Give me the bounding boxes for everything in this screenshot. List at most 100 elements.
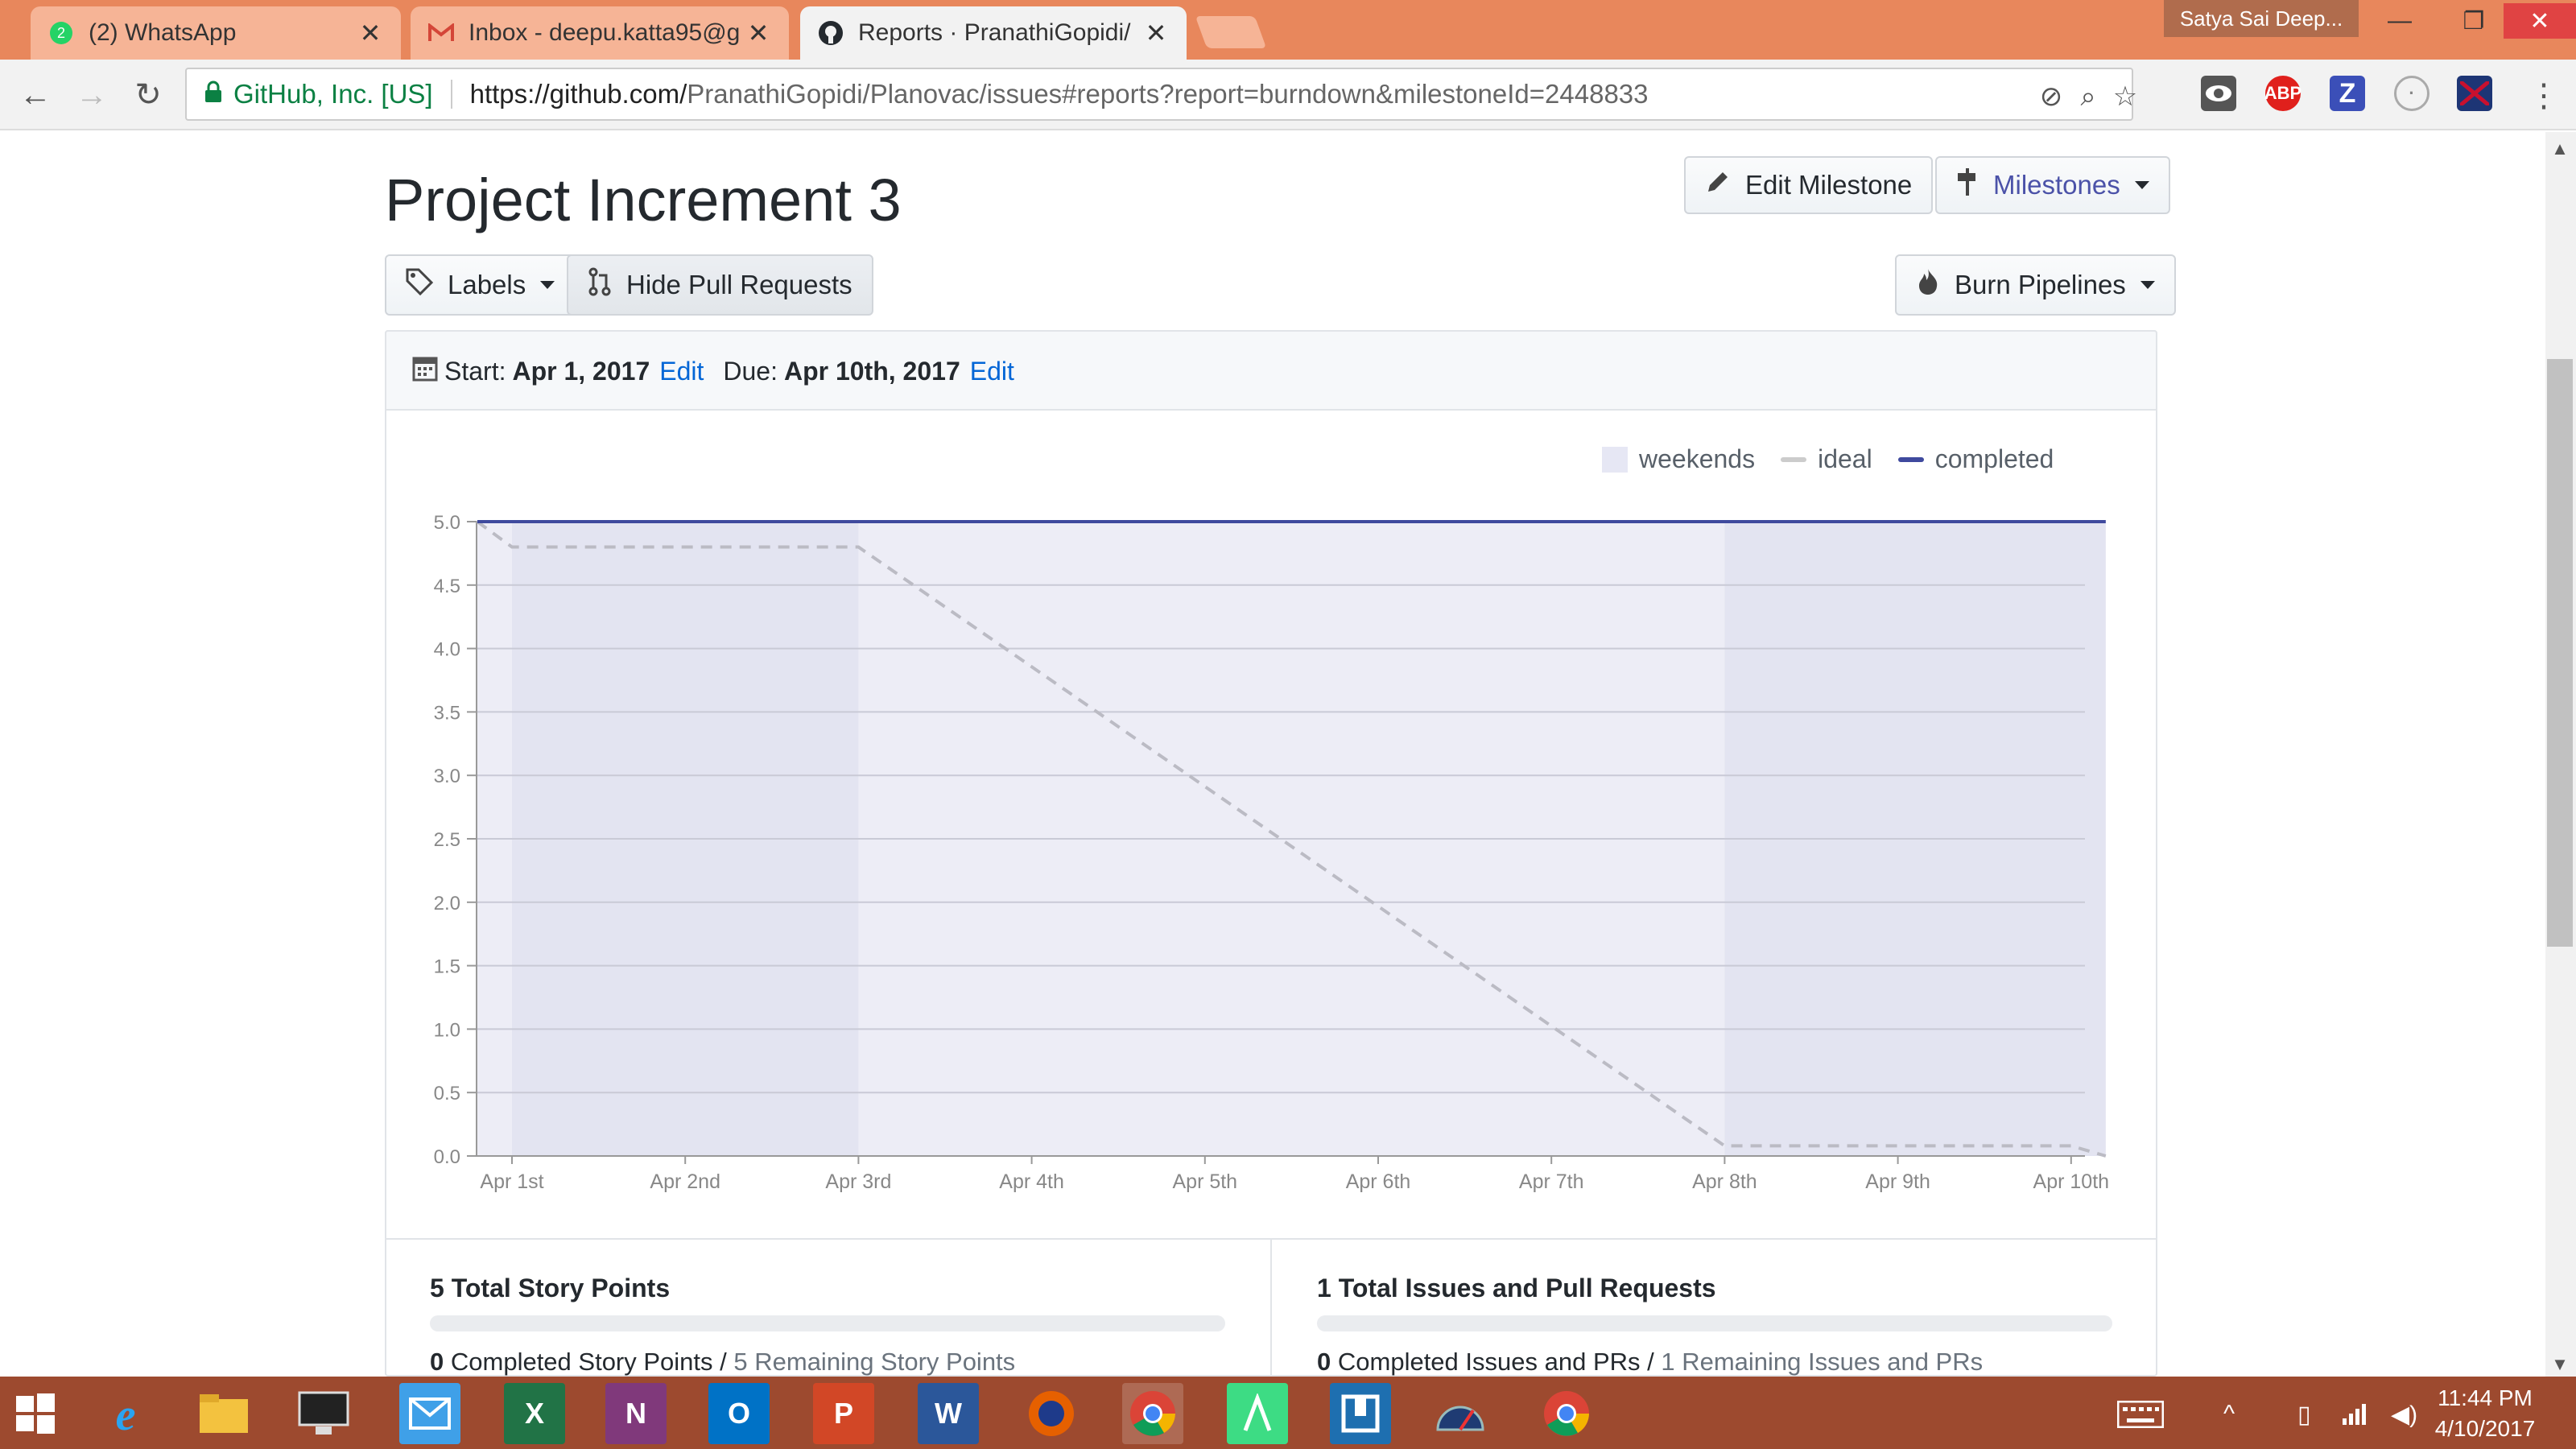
restore-icon[interactable]: ❐ (2438, 3, 2510, 39)
legend-weekends[interactable]: weekends (1639, 444, 1755, 474)
mail-icon[interactable] (399, 1383, 460, 1444)
translate-blocked-icon[interactable]: ⊘ (2035, 80, 2067, 113)
zotero-extension-icon[interactable]: Z (2330, 76, 2365, 111)
edit-start-link[interactable]: Edit (659, 357, 704, 386)
tab-title: Inbox - deepu.katta95@g (469, 19, 741, 46)
legend-ideal[interactable]: ideal (1818, 444, 1872, 474)
burn-pipelines-label: Burn Pipelines (1955, 270, 2126, 299)
back-icon[interactable]: ← (13, 72, 58, 118)
chart-legend: weekends ideal completed (1602, 444, 2054, 474)
stats-separator (1270, 1240, 1272, 1377)
outlook-icon[interactable]: O (708, 1383, 770, 1444)
zoom-icon[interactable]: ⌕ (2072, 80, 2104, 113)
edit-milestone-button[interactable]: Edit Milestone (1684, 156, 1934, 214)
url-path: PranathiGopidi/Planovac/issues#reports?r… (687, 79, 1649, 109)
battery-icon[interactable]: ▯ (2297, 1401, 2311, 1429)
whatsapp-icon: 2 (48, 20, 74, 46)
profile-button[interactable]: Satya Sai Deep... (2164, 0, 2359, 37)
circle-extension-icon[interactable]: · (2394, 76, 2429, 111)
y-tick-label: 5.0 (434, 512, 460, 534)
reload-icon[interactable]: ↻ (126, 72, 171, 118)
onenote-icon[interactable]: N (605, 1383, 667, 1444)
y-tick-label: 2.0 (434, 893, 460, 914)
flag-extension-icon[interactable] (2457, 76, 2492, 111)
hide-pr-label: Hide Pull Requests (626, 270, 852, 299)
completed-sp-count: 0 (430, 1348, 444, 1376)
edit-milestone-label: Edit Milestone (1745, 170, 1913, 200)
minimize-icon[interactable]: — (2363, 3, 2436, 39)
windows-start-icon[interactable] (5, 1383, 66, 1444)
gmail-icon (428, 20, 454, 46)
milestones-dropdown[interactable]: Milestones (1935, 156, 2170, 214)
tab-reports[interactable]: Reports · PranathiGopidi/ ✕ (800, 6, 1187, 60)
close-window-icon[interactable]: ✕ (2504, 3, 2576, 39)
issues-summary: 0 Completed Issues and PRs / 1 Remaining… (1317, 1348, 1983, 1377)
firefox-icon[interactable] (1021, 1383, 1082, 1444)
app-icon[interactable] (1330, 1383, 1391, 1444)
address-bar[interactable]: GitHub, Inc. [US] https://github.com/Pra… (185, 68, 2137, 121)
url-host: https://github.com/ (469, 79, 687, 109)
edit-due-link[interactable]: Edit (970, 357, 1014, 386)
speedometer-icon[interactable] (1430, 1383, 1491, 1444)
chrome-menu-icon[interactable]: ⋮ (2528, 77, 2560, 114)
y-tick-label: 1.5 (434, 956, 460, 978)
x-tick-label: Apr 1st (480, 1170, 543, 1193)
abp-extension-icon[interactable]: ABP (2264, 76, 2301, 111)
labels-label: Labels (448, 270, 526, 299)
keyboard-icon[interactable] (2116, 1400, 2165, 1435)
scrollbar-thumb[interactable] (2547, 359, 2573, 947)
excel-icon[interactable]: X (504, 1383, 565, 1444)
burndown-chart: 0.0 0.5 1.0 1.5 2.0 2.5 3.0 3.5 4.0 4.5 5.0 Apr 1st… (434, 512, 2110, 1193)
labels-dropdown[interactable]: Labels (385, 254, 576, 316)
y-tick-label: 2.5 (434, 829, 460, 851)
y-tick-label: 0.5 (434, 1083, 460, 1104)
tab-gmail[interactable]: Inbox - deepu.katta95@g ✕ (411, 6, 789, 60)
word-icon[interactable]: W (918, 1383, 979, 1444)
remaining-issues: 1 Remaining Issues and PRs (1661, 1348, 1984, 1376)
chrome-icon[interactable] (1122, 1383, 1183, 1444)
lenovo-icon[interactable] (293, 1383, 354, 1444)
completed-sp-label: Completed Story Points / (450, 1348, 727, 1376)
bookmark-star-icon[interactable]: ☆ (2109, 80, 2141, 113)
clock-date: 4/10/2017 (2434, 1416, 2536, 1441)
chevron-down-icon (2140, 281, 2155, 289)
y-tick-label: 3.0 (434, 766, 460, 787)
system-clock[interactable]: 11:44 PM 4/10/2017 (2409, 1383, 2562, 1444)
x-tick-label: Apr 6th (1346, 1170, 1411, 1193)
completed-issues-count: 0 (1317, 1348, 1331, 1376)
x-tick-label: Apr 2nd (650, 1170, 720, 1193)
android-studio-icon[interactable] (1227, 1383, 1288, 1444)
x-tick-label: Apr 10th (2033, 1170, 2110, 1193)
x-tick-label: Apr 9th (1865, 1170, 1930, 1193)
milestone-dates: Start: Apr 1, 2017 Edit Due: Apr 10th, 2… (412, 354, 1014, 388)
github-icon (818, 20, 844, 46)
forward-icon[interactable]: → (69, 72, 114, 118)
wifi-icon[interactable] (2341, 1401, 2370, 1431)
file-explorer-icon[interactable] (193, 1383, 254, 1444)
show-hidden-icons[interactable]: ^ (2223, 1401, 2235, 1428)
internet-explorer-icon[interactable]: e (95, 1383, 156, 1444)
tab-close-icon[interactable]: ✕ (1143, 18, 1169, 48)
chrome-icon-2[interactable] (1536, 1383, 1597, 1444)
page-title: Project Increment 3 (385, 167, 902, 233)
tab-close-icon[interactable]: ✕ (357, 18, 383, 48)
legend-ideal-swatch (1781, 456, 1807, 462)
hide-pull-requests-button[interactable]: Hide Pull Requests (567, 254, 873, 316)
y-tick-label: 4.0 (434, 639, 460, 661)
due-date: Apr 10th, 2017 (783, 356, 960, 386)
tab-close-icon[interactable]: ✕ (745, 18, 771, 48)
omnibox-divider (450, 80, 452, 109)
site-identity[interactable]: GitHub, Inc. [US] (233, 79, 433, 109)
pencil-icon (1705, 169, 1731, 201)
tab-title: (2) WhatsApp (89, 19, 237, 46)
tab-whatsapp[interactable]: 2 (2) WhatsApp ✕ (31, 6, 401, 60)
legend-completed[interactable]: completed (1935, 444, 2054, 474)
scroll-up-icon[interactable]: ▲ (2549, 138, 2571, 159)
burn-pipelines-dropdown[interactable]: Burn Pipelines (1895, 254, 2176, 316)
remaining-sp: 5 Remaining Story Points (733, 1348, 1016, 1376)
scroll-down-icon[interactable]: ▼ (2549, 1354, 2571, 1374)
new-tab-button[interactable] (1195, 16, 1267, 48)
svg-text:2: 2 (57, 25, 65, 41)
eye-extension-icon[interactable] (2201, 76, 2236, 111)
powerpoint-icon[interactable]: P (813, 1383, 874, 1444)
